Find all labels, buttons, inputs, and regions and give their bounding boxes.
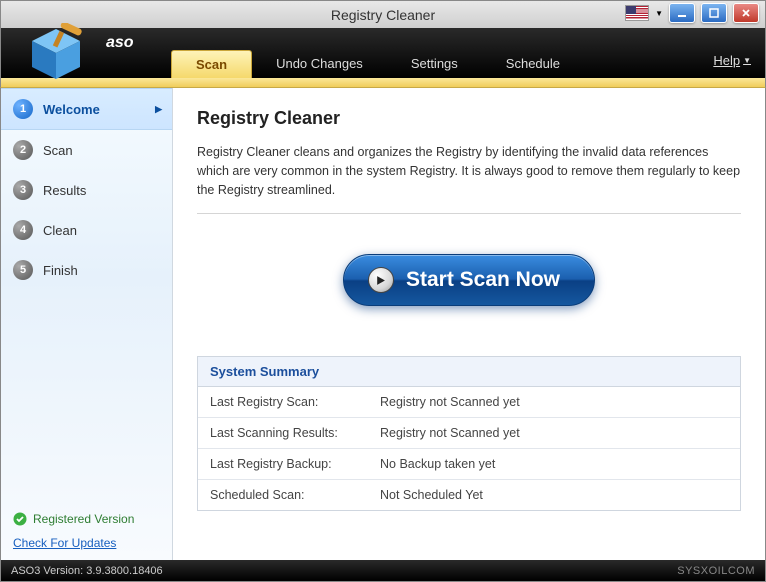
step-label: Results — [43, 183, 86, 198]
sidebar-step-results[interactable]: 3 Results — [1, 170, 172, 210]
minimize-button[interactable] — [669, 3, 695, 23]
check-circle-icon — [13, 512, 27, 526]
page-title: Registry Cleaner — [197, 108, 741, 129]
version-label: ASO3 Version: 3.9.3800.18406 — [11, 565, 163, 577]
divider — [197, 213, 741, 214]
watermark: SYSXOILCOM — [677, 565, 755, 577]
main-content: Registry Cleaner Registry Cleaner cleans… — [173, 88, 765, 560]
summary-row: Scheduled Scan:Not Scheduled Yet — [198, 480, 740, 510]
summary-value: Registry not Scanned yet — [380, 395, 520, 409]
tab-schedule[interactable]: Schedule — [482, 50, 584, 78]
step-label: Clean — [43, 223, 77, 238]
app-logo — [11, 18, 101, 88]
summary-value: No Backup taken yet — [380, 457, 495, 471]
summary-key: Scheduled Scan: — [210, 488, 380, 502]
close-button[interactable] — [733, 3, 759, 23]
titlebar: Registry Cleaner ▼ — [0, 0, 766, 28]
step-number: 3 — [13, 180, 33, 200]
summary-key: Last Scanning Results: — [210, 426, 380, 440]
sidebar: 1 Welcome 2 Scan 3 Results 4 Clean 5 Fin… — [1, 88, 173, 560]
start-scan-button[interactable]: Start Scan Now — [343, 254, 595, 306]
main-tabs: Scan Undo Changes Settings Schedule — [171, 50, 584, 78]
accent-bar — [0, 78, 766, 88]
step-label: Scan — [43, 143, 73, 158]
brand-label: aso — [106, 34, 134, 52]
sidebar-step-scan[interactable]: 2 Scan — [1, 130, 172, 170]
system-summary-panel: System Summary Last Registry Scan:Regist… — [197, 356, 741, 511]
summary-key: Last Registry Scan: — [210, 395, 380, 409]
start-scan-label: Start Scan Now — [406, 268, 560, 292]
help-menu[interactable]: Help ▼ — [713, 53, 751, 68]
summary-value: Not Scheduled Yet — [380, 488, 483, 502]
chevron-down-icon: ▼ — [655, 9, 663, 18]
step-number: 4 — [13, 220, 33, 240]
sidebar-step-welcome[interactable]: 1 Welcome — [1, 88, 172, 130]
step-number: 5 — [13, 260, 33, 280]
step-label: Welcome — [43, 102, 100, 117]
tab-scan[interactable]: Scan — [171, 50, 252, 78]
play-icon — [368, 267, 394, 293]
registered-text: Registered Version — [33, 512, 134, 526]
header: aso Scan Undo Changes Settings Schedule … — [0, 28, 766, 78]
system-summary-heading: System Summary — [198, 357, 740, 387]
tab-settings[interactable]: Settings — [387, 50, 482, 78]
sidebar-step-finish[interactable]: 5 Finish — [1, 250, 172, 290]
language-flag-button[interactable] — [625, 5, 649, 21]
maximize-button[interactable] — [701, 3, 727, 23]
chevron-down-icon: ▼ — [743, 56, 751, 65]
summary-row: Last Scanning Results:Registry not Scann… — [198, 418, 740, 449]
sidebar-step-clean[interactable]: 4 Clean — [1, 210, 172, 250]
step-number: 1 — [13, 99, 33, 119]
tab-undo-changes[interactable]: Undo Changes — [252, 50, 387, 78]
page-description: Registry Cleaner cleans and organizes th… — [197, 143, 741, 199]
summary-row: Last Registry Scan:Registry not Scanned … — [198, 387, 740, 418]
summary-value: Registry not Scanned yet — [380, 426, 520, 440]
help-label: Help — [713, 53, 740, 68]
summary-row: Last Registry Backup:No Backup taken yet — [198, 449, 740, 480]
check-updates-link[interactable]: Check For Updates — [13, 536, 160, 550]
registered-version-label: Registered Version — [13, 512, 160, 526]
statusbar: ASO3 Version: 3.9.3800.18406 SYSXOILCOM — [0, 560, 766, 582]
step-number: 2 — [13, 140, 33, 160]
summary-key: Last Registry Backup: — [210, 457, 380, 471]
step-label: Finish — [43, 263, 78, 278]
